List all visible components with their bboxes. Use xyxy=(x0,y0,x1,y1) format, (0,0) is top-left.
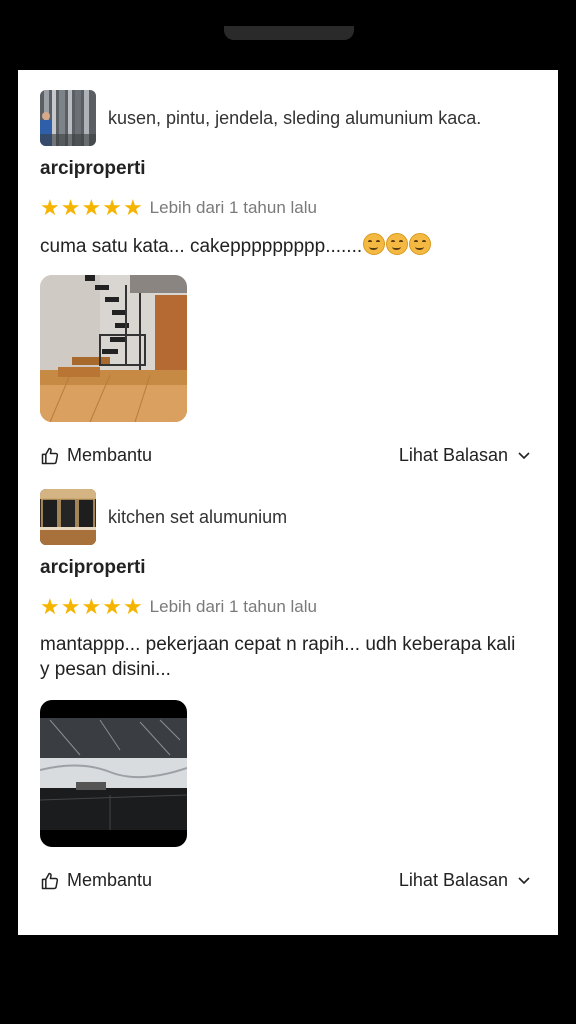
review-actions: Membantu Lihat Balasan xyxy=(40,445,530,466)
product-thumbnail[interactable] xyxy=(40,489,96,545)
reviews-card: kusen, pintu, jendela, sleding alumunium… xyxy=(18,70,558,935)
product-image xyxy=(40,90,96,146)
rating-row: ★ ★ ★ ★ ★ Lebih dari 1 tahun lalu xyxy=(40,596,317,618)
review-time: Lebih dari 1 tahun lalu xyxy=(149,597,317,616)
review-text: mantappp... pekerjaan cepat n rapih... u… xyxy=(40,634,516,680)
thumbs-up-icon xyxy=(41,447,59,464)
review-text-content: cuma satu kata... cakeppppppppp....... xyxy=(40,236,363,257)
star-rating: ★ ★ ★ ★ ★ xyxy=(40,197,144,219)
helpful-button[interactable]: Membantu xyxy=(40,870,152,891)
smiling-emoji-icon xyxy=(386,233,409,255)
reviewer-name: arciproperti xyxy=(40,158,146,179)
view-replies-button[interactable]: Lihat Balasan xyxy=(399,870,530,891)
view-replies-label[interactable]: Lihat Balasan xyxy=(399,445,508,466)
helpful-button[interactable]: Membantu xyxy=(40,445,152,466)
review-photo[interactable] xyxy=(40,700,187,847)
product-name[interactable]: kitchen set alumunium xyxy=(108,507,287,528)
review-actions: Membantu Lihat Balasan xyxy=(40,870,530,891)
star-icon: ★ xyxy=(102,594,122,619)
helpful-label[interactable]: Membantu xyxy=(67,870,152,891)
product-image xyxy=(40,489,96,545)
star-icon: ★ xyxy=(40,594,60,619)
review-time: Lebih dari 1 tahun lalu xyxy=(149,198,317,217)
chevron-down-icon xyxy=(518,451,530,459)
reviewer-name: arciproperti xyxy=(40,557,146,578)
star-rating: ★ ★ ★ ★ ★ xyxy=(40,596,144,618)
smiling-emoji-icon xyxy=(409,233,432,255)
star-icon: ★ xyxy=(81,195,102,220)
review-photo-image xyxy=(40,275,187,422)
chevron-down-icon xyxy=(518,876,530,884)
product-name[interactable]: kusen, pintu, jendela, sleding alumunium… xyxy=(108,108,481,129)
review-photo[interactable] xyxy=(40,275,187,422)
device-notch xyxy=(224,26,354,40)
thumbs-up-icon xyxy=(41,872,59,889)
star-icon: ★ xyxy=(40,195,60,220)
review-text: cuma satu kata... cakeppppppppp....... xyxy=(40,233,520,259)
view-replies-label[interactable]: Lihat Balasan xyxy=(399,870,508,891)
star-icon: ★ xyxy=(102,195,122,220)
review-photo-image xyxy=(40,700,187,847)
view-replies-button[interactable]: Lihat Balasan xyxy=(399,445,530,466)
product-link[interactable]: kitchen set alumunium xyxy=(40,489,287,545)
star-icon: ★ xyxy=(60,195,81,220)
helpful-label[interactable]: Membantu xyxy=(67,445,152,466)
star-icon: ★ xyxy=(60,594,81,619)
product-thumbnail[interactable] xyxy=(40,90,96,146)
star-icon: ★ xyxy=(81,594,102,619)
product-link[interactable]: kusen, pintu, jendela, sleding alumunium… xyxy=(40,90,481,146)
star-icon: ★ xyxy=(122,594,143,619)
star-icon: ★ xyxy=(122,195,143,220)
rating-row: ★ ★ ★ ★ ★ Lebih dari 1 tahun lalu xyxy=(40,197,317,219)
smiling-emoji-icon xyxy=(363,233,386,255)
